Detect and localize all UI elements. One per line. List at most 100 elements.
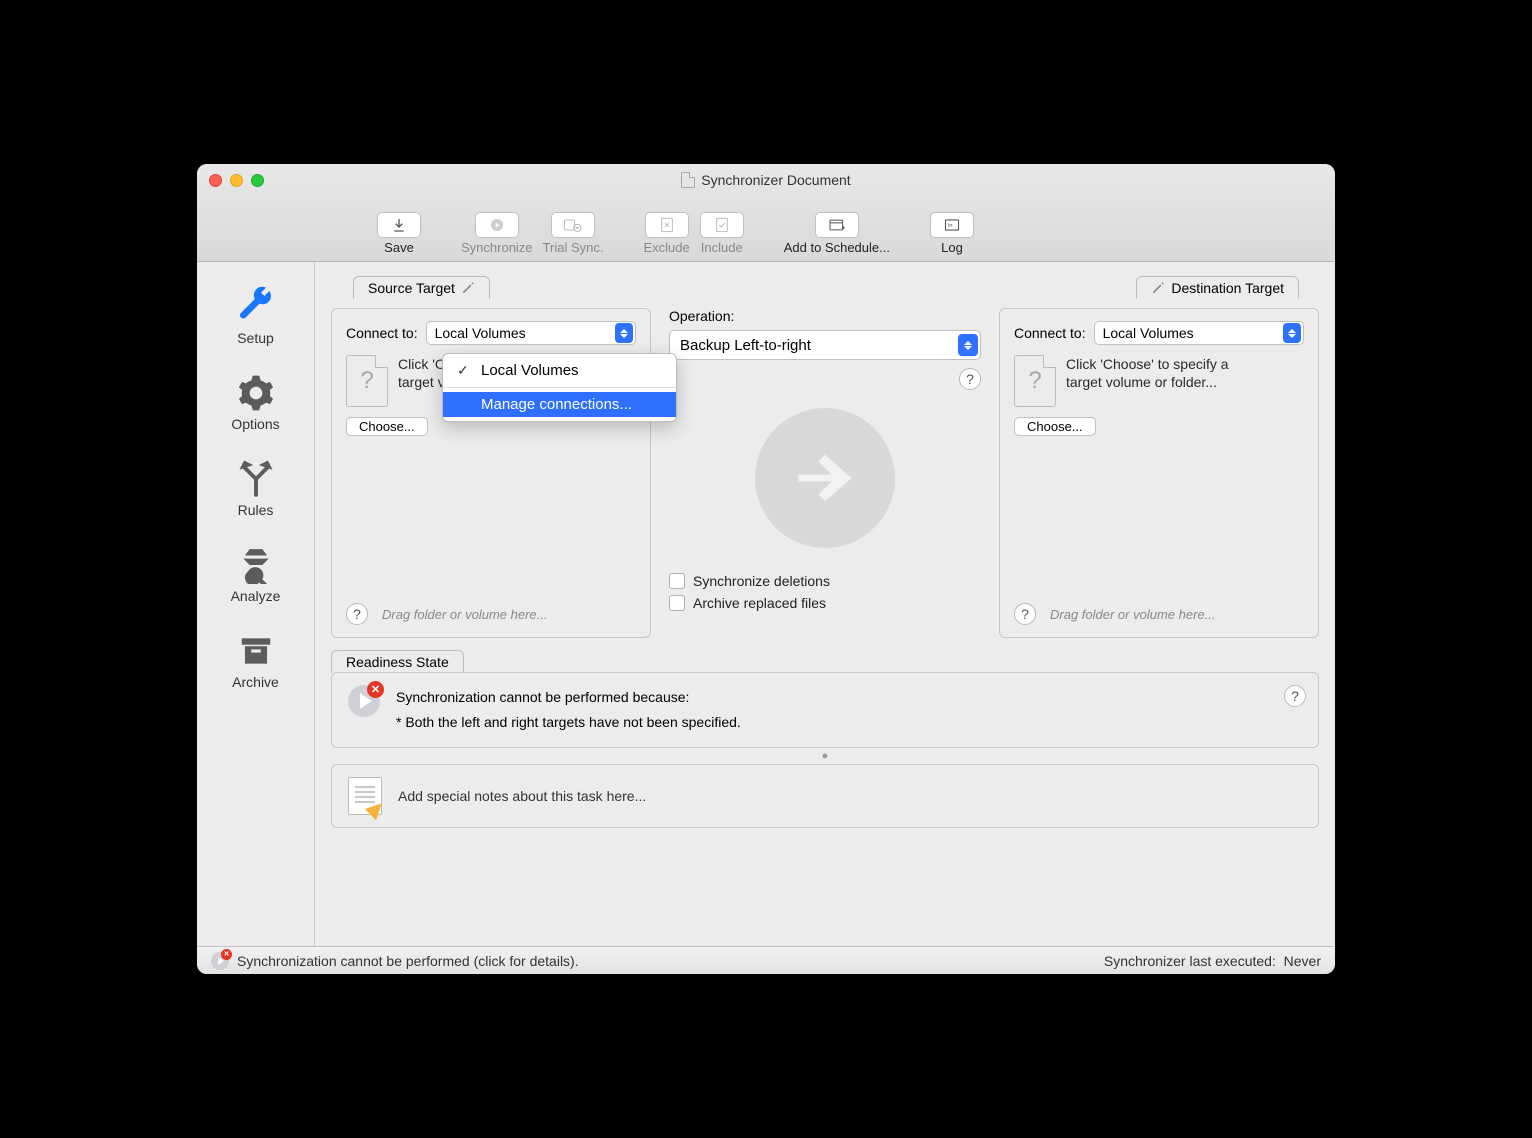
help-button[interactable]: ? bbox=[346, 603, 368, 625]
notes-placeholder: Add special notes about this task here..… bbox=[398, 788, 646, 804]
trial-sync-label: Trial Sync. bbox=[543, 240, 604, 255]
help-button[interactable]: ? bbox=[1284, 685, 1306, 707]
options-label: Options bbox=[231, 416, 279, 432]
select-arrows-icon bbox=[958, 334, 978, 356]
source-connect-select[interactable]: Local Volumes bbox=[426, 321, 636, 345]
rules-label: Rules bbox=[238, 502, 274, 518]
checkbox-icon bbox=[669, 595, 685, 611]
readiness-panel: ✕ Synchronization cannot be performed be… bbox=[331, 672, 1319, 748]
window-title: Synchronizer Document bbox=[197, 172, 1335, 188]
error-badge-icon: ✕ bbox=[367, 681, 384, 698]
checkbox-icon bbox=[669, 573, 685, 589]
resize-grip[interactable]: ● bbox=[331, 750, 1319, 762]
unknown-document-icon: ? bbox=[346, 355, 388, 407]
source-connect-value: Local Volumes bbox=[435, 325, 526, 341]
help-button[interactable]: ? bbox=[959, 368, 981, 390]
source-choose-button[interactable]: Choose... bbox=[346, 417, 428, 436]
menu-separator bbox=[443, 387, 676, 388]
save-label: Save bbox=[384, 240, 414, 255]
archive-icon bbox=[237, 632, 275, 670]
sidebar: Setup Options Rules Analyze Archive bbox=[197, 262, 315, 946]
destination-hint-text: Click 'Choose' to specify a target volum… bbox=[1066, 355, 1266, 391]
readiness-status-icon: ✕ bbox=[348, 685, 380, 717]
unknown-document-icon: ? bbox=[1014, 355, 1056, 407]
log-label: Log bbox=[941, 240, 963, 255]
app-window: Synchronizer Document Save Synchronize T… bbox=[197, 164, 1335, 974]
operation-column: Operation: Backup Left-to-right ? Synchr… bbox=[663, 308, 987, 638]
synchronize-label: Synchronize bbox=[461, 240, 533, 255]
status-left[interactable]: ✕ Synchronization cannot be performed (c… bbox=[211, 952, 579, 970]
archive-label: Archive bbox=[232, 674, 279, 690]
save-button[interactable]: Save bbox=[377, 212, 421, 255]
archive-replaced-label: Archive replaced files bbox=[693, 595, 826, 611]
operation-value: Backup Left-to-right bbox=[680, 337, 811, 354]
status-bar: ✕ Synchronization cannot be performed (c… bbox=[197, 946, 1335, 974]
source-panel: Connect to: Local Volumes ? Click 'Choos… bbox=[331, 308, 651, 638]
menu-item-local-volumes[interactable]: ✓ Local Volumes bbox=[443, 358, 676, 383]
sidebar-item-setup[interactable]: Setup bbox=[236, 286, 276, 346]
targets-row: Connect to: Local Volumes ? Click 'Choos… bbox=[331, 308, 1319, 638]
destination-panel: Connect to: Local Volumes ? Click 'Choos… bbox=[999, 308, 1319, 638]
include-label: Include bbox=[701, 240, 743, 255]
menu-item-label: Manage connections... bbox=[481, 396, 632, 413]
pencil-icon bbox=[461, 281, 475, 295]
destination-connect-value: Local Volumes bbox=[1103, 325, 1194, 341]
readiness-detail: * Both the left and right targets have n… bbox=[396, 710, 741, 735]
menu-item-manage-connections[interactable]: Manage connections... bbox=[443, 392, 676, 417]
source-connect-label: Connect to: bbox=[346, 325, 418, 341]
exclude-label: Exclude bbox=[643, 240, 689, 255]
operation-label: Operation: bbox=[669, 308, 981, 324]
setup-label: Setup bbox=[237, 330, 274, 346]
window-title-text: Synchronizer Document bbox=[701, 172, 850, 188]
checkmark-icon: ✓ bbox=[457, 362, 471, 379]
destination-choose-button[interactable]: Choose... bbox=[1014, 417, 1096, 436]
trial-sync-button[interactable]: Trial Sync. bbox=[543, 212, 604, 255]
target-tabs-row: Source Target Destination Target bbox=[331, 276, 1319, 298]
sidebar-item-options[interactable]: Options bbox=[231, 374, 279, 432]
status-message: Synchronization cannot be performed (cli… bbox=[237, 953, 579, 969]
destination-target-tab[interactable]: Destination Target bbox=[1136, 276, 1299, 299]
analyze-label: Analyze bbox=[231, 588, 281, 604]
destination-drop-hint: Drag folder or volume here... bbox=[1050, 607, 1215, 622]
status-right: Synchronizer last executed: Never bbox=[1104, 953, 1321, 969]
log-button[interactable]: \n Log bbox=[930, 212, 974, 255]
toolbar: Save Synchronize Trial Sync. Exclude bbox=[197, 212, 1335, 255]
status-icon: ✕ bbox=[211, 952, 229, 970]
exclude-button[interactable]: Exclude bbox=[643, 212, 689, 255]
add-to-schedule-button[interactable]: Add to Schedule... bbox=[784, 212, 890, 255]
archive-replaced-checkbox[interactable]: Archive replaced files bbox=[669, 595, 981, 611]
menu-item-label: Local Volumes bbox=[481, 362, 579, 379]
sidebar-item-rules[interactable]: Rules bbox=[237, 460, 275, 518]
include-button[interactable]: Include bbox=[700, 212, 744, 255]
readiness-message: Synchronization cannot be performed beca… bbox=[396, 685, 741, 710]
destination-connect-label: Connect to: bbox=[1014, 325, 1086, 341]
gear-icon bbox=[237, 374, 275, 412]
source-drop-hint: Drag folder or volume here... bbox=[382, 607, 547, 622]
sidebar-item-archive[interactable]: Archive bbox=[232, 632, 279, 690]
wrench-icon bbox=[236, 286, 276, 326]
destination-tab-label: Destination Target bbox=[1171, 280, 1284, 296]
direction-arrow-icon bbox=[755, 408, 895, 548]
readiness-tab-row: Readiness State bbox=[331, 650, 1319, 673]
connect-dropdown-menu: ✓ Local Volumes Manage connections... bbox=[442, 353, 677, 422]
synchronize-button[interactable]: Synchronize bbox=[461, 212, 533, 255]
notes-panel[interactable]: Add special notes about this task here..… bbox=[331, 764, 1319, 828]
destination-connect-select[interactable]: Local Volumes bbox=[1094, 321, 1304, 345]
help-button[interactable]: ? bbox=[1014, 603, 1036, 625]
sync-deletions-checkbox[interactable]: Synchronize deletions bbox=[669, 573, 981, 589]
sidebar-item-analyze[interactable]: Analyze bbox=[231, 546, 281, 604]
readiness-tab-label: Readiness State bbox=[346, 654, 449, 670]
notes-icon bbox=[348, 777, 382, 815]
titlebar: Synchronizer Document Save Synchronize T… bbox=[197, 164, 1335, 262]
select-arrows-icon bbox=[1283, 323, 1301, 343]
readiness-tab: Readiness State bbox=[331, 650, 464, 673]
document-icon bbox=[681, 172, 695, 188]
last-executed-label: Synchronizer last executed: bbox=[1104, 953, 1276, 969]
sync-deletions-label: Synchronize deletions bbox=[693, 573, 830, 589]
source-tab-label: Source Target bbox=[368, 280, 455, 296]
analyze-icon bbox=[237, 546, 275, 584]
source-target-tab[interactable]: Source Target bbox=[353, 276, 490, 299]
operation-select[interactable]: Backup Left-to-right bbox=[669, 330, 981, 360]
schedule-label: Add to Schedule... bbox=[784, 240, 890, 255]
pencil-icon bbox=[1151, 281, 1165, 295]
